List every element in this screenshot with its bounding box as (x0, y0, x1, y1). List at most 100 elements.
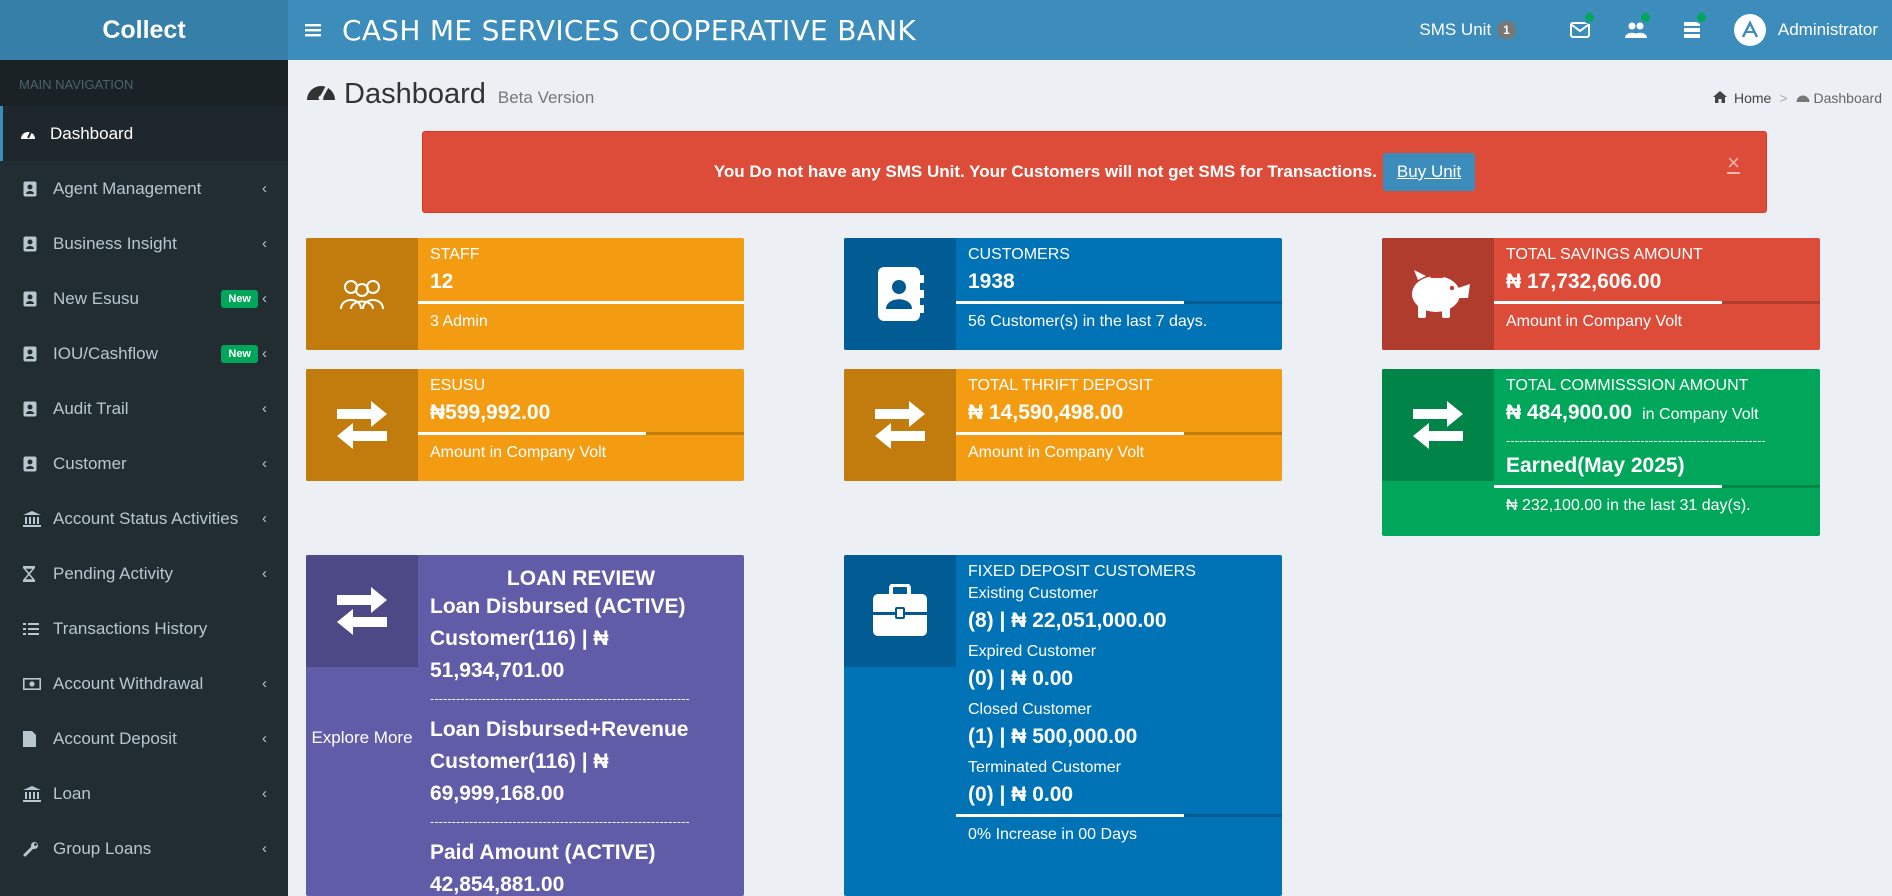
sidebar-item-new-esusu[interactable]: New Esusu New ‹ (0, 271, 288, 326)
loan-review-title: LOAN REVIEW (506, 567, 656, 590)
file-icon (23, 730, 53, 747)
server-icon[interactable] (1664, 0, 1720, 60)
customers-count: 1938 (968, 270, 1015, 293)
contact-book-icon (844, 238, 956, 350)
sidebar-item-label: Pending Activity (53, 563, 174, 583)
notification-dot (1694, 11, 1708, 24)
commission-earned: Earned(May 2025) (1506, 454, 1685, 477)
sidebar-item-label: Dashboard (50, 123, 134, 143)
closed-customer-label: Closed Customer (968, 701, 1092, 718)
sidebar-item-label: Loan (53, 783, 91, 803)
expired-customer-label: Expired Customer (968, 643, 1097, 660)
user-menu[interactable]: Administrator (1733, 14, 1878, 46)
commission-desc: ₦ 232,100.00 in the last 31 day(s). (1506, 497, 1751, 514)
customers-desc: 56 Customer(s) in the last 7 days. (968, 313, 1208, 330)
commission-amount: ₦ 484,900.00 (1506, 401, 1633, 424)
contact-icon (23, 236, 53, 252)
staff-desc: 3 Admin (430, 313, 488, 330)
sidebar-item-audit-trail[interactable]: Audit Trail ‹ (0, 381, 288, 436)
progress-bar (418, 432, 744, 435)
progress-fill (1494, 301, 1723, 304)
list-icon (23, 622, 53, 636)
divider: ----------------------------------------… (1506, 433, 1766, 448)
breadcrumb-home[interactable]: Home (1734, 90, 1771, 106)
avatar (1733, 14, 1766, 46)
existing-customer-label: Existing Customer (968, 585, 1098, 602)
breadcrumb: Home > Dashboard (1712, 90, 1883, 106)
staff-count: 12 (430, 270, 454, 293)
page-title: Dashboard (344, 78, 486, 110)
chevron-left-icon: ‹ (262, 400, 267, 417)
exchange-icon (306, 555, 418, 667)
money-icon (23, 677, 53, 690)
esusu-box: ESUSU ₦599,992.00 Amount in Company Volt (306, 369, 744, 481)
chevron-left-icon: ‹ (262, 235, 267, 252)
progress-fill (418, 301, 744, 304)
sidebar-item-label: New Esusu (53, 288, 139, 308)
savings-label: TOTAL SAVINGS AMOUNT (1506, 246, 1703, 263)
savings-amount: ₦ 17,732,606.00 (1506, 270, 1662, 293)
thrift-label: TOTAL THRIFT DEPOSIT (968, 377, 1153, 394)
progress-bar (956, 814, 1282, 817)
exchange-icon (844, 369, 956, 481)
progress-bar (956, 301, 1282, 304)
esusu-amount: ₦599,992.00 (430, 401, 551, 424)
sidebar-item-business-insight[interactable]: Business Insight ‹ (0, 216, 288, 271)
envelope-icon[interactable] (1552, 0, 1608, 60)
commission-box: TOTAL COMMISSSION AMOUNT ₦ 484,900.00 in… (1382, 369, 1820, 536)
close-icon[interactable]: × (1727, 150, 1740, 176)
chevron-left-icon: ‹ (262, 510, 267, 527)
dashboard-icon (1796, 90, 1810, 106)
sms-unit-count: 1 (1497, 21, 1516, 39)
sidebar-item-transactions-history[interactable]: Transactions History (0, 601, 288, 656)
customers-label: CUSTOMERS (968, 246, 1070, 263)
explore-more-link[interactable]: Explore More (306, 728, 418, 748)
expired-customer-value: (0) | ₦ 0.00 (968, 667, 1074, 690)
app-logo[interactable]: Collect (0, 0, 288, 60)
loan-review-box: Explore More LOAN REVIEW Loan Disbursed … (306, 555, 744, 896)
sidebar-header: MAIN NAVIGATION (0, 60, 288, 106)
progress-bar (956, 432, 1282, 435)
users-icon[interactable] (1608, 0, 1664, 60)
savings-desc: Amount in Company Volt (1506, 313, 1683, 330)
progress-fill (1494, 485, 1723, 488)
terminated-customer-value: (0) | ₦ 0.00 (968, 783, 1074, 806)
sidebar-item-iou-cashflow[interactable]: IOU/Cashflow New ‹ (0, 326, 288, 381)
thrift-amount: ₦ 14,590,498.00 (968, 401, 1124, 424)
notification-dot (1638, 11, 1652, 24)
fixed-deposit-label: FIXED DEPOSIT CUSTOMERS (968, 563, 1196, 580)
breadcrumb-current: Dashboard (1813, 90, 1883, 106)
sidebar-item-account-status-activities[interactable]: Account Status Activities ‹ (0, 491, 288, 546)
piggy-bank-icon (1382, 238, 1494, 350)
chevron-left-icon: ‹ (262, 455, 267, 472)
sidebar-item-pending-activity[interactable]: Pending Activity ‹ (0, 546, 288, 601)
page-header: Dashboard Beta Version (306, 78, 594, 111)
sidebar-item-account-deposit[interactable]: Account Deposit ‹ (0, 711, 288, 766)
buy-unit-button[interactable]: Buy Unit (1382, 153, 1476, 191)
sidebar-item-label: IOU/Cashflow (53, 343, 158, 363)
sms-alert: You Do not have any SMS Unit. Your Custo… (422, 131, 1767, 213)
chevron-left-icon: ‹ (262, 565, 267, 582)
contact-icon (23, 401, 53, 417)
wrench-icon (23, 841, 53, 857)
menu-toggle-icon[interactable] (288, 0, 338, 60)
closed-customer-value: (1) | ₦ 500,000.00 (968, 725, 1138, 748)
sidebar-item-dashboard[interactable]: Dashboard (0, 106, 288, 161)
sidebar-item-customer[interactable]: Customer ‹ (0, 436, 288, 491)
sms-unit-button[interactable]: SMS Unit 1 (1419, 20, 1516, 40)
progress-fill (956, 814, 1185, 817)
commission-label: TOTAL COMMISSSION AMOUNT (1506, 377, 1749, 394)
progress-fill (418, 432, 647, 435)
progress-fill (956, 432, 1185, 435)
sidebar-item-agent-management[interactable]: Agent Management ‹ (0, 161, 288, 216)
sidebar-item-label: Account Status Activities (53, 508, 239, 528)
divider: ----------------------------------------… (430, 814, 690, 829)
sidebar-item-label: Customer (53, 453, 127, 473)
contact-icon (23, 291, 53, 307)
sidebar-item-account-withdrawal[interactable]: Account Withdrawal ‹ (0, 656, 288, 711)
new-badge: New (221, 289, 258, 308)
sidebar-item-loan[interactable]: Loan ‹ (0, 766, 288, 821)
chevron-left-icon: ‹ (262, 785, 267, 802)
page-subtitle: Beta Version (497, 88, 595, 107)
sidebar-item-group-loans[interactable]: Group Loans ‹ (0, 821, 288, 876)
